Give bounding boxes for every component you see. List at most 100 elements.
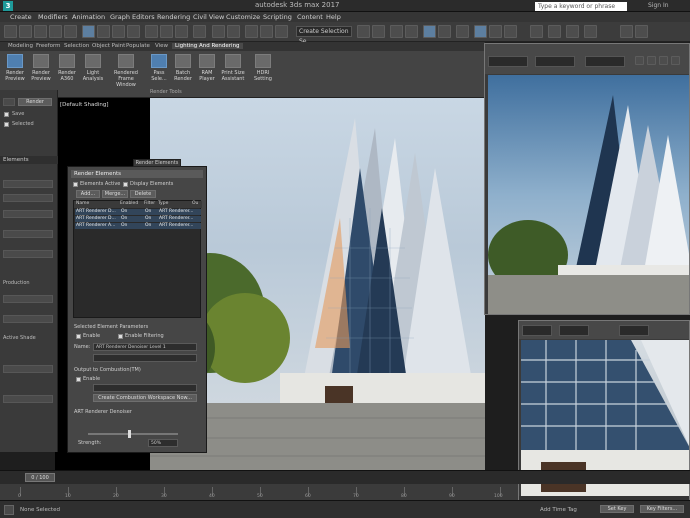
elements-header[interactable]: Elements: [0, 156, 58, 164]
render-activeshade-icon[interactable]: [548, 25, 561, 38]
pass-select-button[interactable]: Pass Sele...: [146, 54, 172, 82]
set-key-button[interactable]: Set Key: [600, 505, 634, 513]
scene-explorer-icon[interactable]: [390, 25, 403, 38]
col-enabled[interactable]: Enabled: [120, 201, 138, 206]
render-production-icon[interactable]: [504, 25, 517, 38]
render-iterative-icon[interactable]: [530, 25, 543, 38]
tab-lighting-and-rendering[interactable]: Lighting And Rendering: [172, 43, 243, 49]
render-in-cloud-icon[interactable]: [566, 25, 579, 38]
rendered-frame-window-button[interactable]: Rendered Frame Window: [108, 54, 144, 88]
panel-field-4[interactable]: [3, 230, 53, 238]
select-object-icon[interactable]: [82, 25, 95, 38]
named-selection-set-dropdown[interactable]: Create Selection Se: [296, 26, 352, 45]
menu-modifiers[interactable]: Modifiers: [38, 13, 68, 21]
frame-2-dropdown-1[interactable]: [522, 325, 552, 336]
search-input[interactable]: Type a keyword or phrase: [535, 2, 627, 11]
a360-gallery-icon[interactable]: [584, 25, 597, 38]
viewport-dropdown[interactable]: [535, 56, 575, 67]
print-size-assistant-button[interactable]: Print Size Assistant: [218, 54, 248, 82]
viewport-label[interactable]: [Default Shading]: [60, 102, 108, 108]
elements-active-checkbox[interactable]: [73, 182, 78, 187]
menu-scripting[interactable]: Scripting: [263, 13, 292, 21]
window-crossing-icon[interactable]: [127, 25, 140, 38]
print-image-icon[interactable]: [671, 56, 680, 65]
enable-checkbox[interactable]: [76, 334, 81, 339]
col-name[interactable]: Name: [76, 201, 89, 206]
element-name-field[interactable]: ART Renderer Denoiser Level 1: [93, 343, 197, 351]
display-elements-checkbox[interactable]: [123, 182, 128, 187]
tab-view[interactable]: View: [155, 43, 168, 49]
layer-explorer-icon[interactable]: [405, 25, 418, 38]
render-preset-dropdown[interactable]: [585, 56, 625, 67]
tab-selection[interactable]: Selection: [64, 43, 89, 49]
strength-field[interactable]: 50%: [148, 439, 178, 447]
menu-create[interactable]: Create: [10, 13, 32, 21]
light-analysis-button[interactable]: Light Analysis: [80, 54, 106, 82]
app-logo-icon[interactable]: 3: [3, 1, 13, 11]
tab-object-paint[interactable]: Object Paint: [92, 43, 125, 49]
create-combustion-button[interactable]: Create Combustion Workspace Now...: [93, 394, 197, 402]
list-item[interactable]: ART Renderer A... On On ART Renderer...: [75, 223, 201, 229]
tab-modeling[interactable]: Modeling: [8, 43, 33, 49]
setup-dropdown[interactable]: [3, 395, 53, 403]
menu-rendering[interactable]: Rendering: [157, 13, 190, 21]
save-image-icon[interactable]: [635, 56, 644, 65]
align-icon[interactable]: [372, 25, 385, 38]
ram-player-button[interactable]: RAM Player: [194, 54, 220, 82]
hdri-setting-button[interactable]: HDRI Setting: [250, 54, 276, 82]
delete-button[interactable]: Delete: [130, 190, 156, 198]
col-output[interactable]: Ou: [192, 201, 198, 206]
merge-button[interactable]: Merge...: [102, 190, 128, 198]
element-path-field[interactable]: [93, 354, 197, 362]
schematic-view-icon[interactable]: [438, 25, 451, 38]
area-to-render-dropdown[interactable]: [488, 56, 528, 67]
render-elements-header[interactable]: Render Elements: [71, 170, 203, 178]
render-a360-button[interactable]: Render A360: [54, 54, 80, 82]
maxscript-listener-icon[interactable]: [4, 505, 14, 515]
copy-image-icon[interactable]: [647, 56, 656, 65]
list-item[interactable]: ART Renderer D... On On ART Renderer...: [75, 209, 201, 215]
col-filter[interactable]: Filter: [144, 201, 155, 206]
rectangular-selection-icon[interactable]: [112, 25, 125, 38]
panel-field-1[interactable]: [3, 180, 53, 188]
enable-filtering-checkbox[interactable]: [118, 334, 123, 339]
batch-render-button[interactable]: Batch Render: [170, 54, 196, 82]
percent-snap-icon[interactable]: [275, 25, 288, 38]
frame-2-dropdown-2[interactable]: [559, 325, 589, 336]
select-manipulate-icon[interactable]: [227, 25, 240, 38]
menu-customize[interactable]: Customize: [226, 13, 260, 21]
add-time-tag-button[interactable]: Add Time Tag: [540, 507, 577, 513]
rotate-icon[interactable]: [160, 25, 173, 38]
menu-content[interactable]: Content: [297, 13, 323, 21]
menu-civil-view[interactable]: Civil View: [193, 13, 224, 21]
elements-list[interactable]: Name Enabled Filter Type Ou ART Renderer…: [73, 200, 202, 318]
time-slider-thumb[interactable]: 0 / 100: [25, 473, 55, 482]
output-enable-checkbox[interactable]: [76, 377, 81, 382]
panel-field-7[interactable]: [3, 315, 53, 323]
render-elements-tab[interactable]: Render Elements: [133, 159, 181, 167]
angle-snap-icon[interactable]: [260, 25, 273, 38]
material-editor-icon[interactable]: [456, 25, 469, 38]
render-preview-2-button[interactable]: Render Preview: [28, 54, 54, 82]
tab-populate[interactable]: Populate: [126, 43, 150, 49]
bind-space-warp-icon[interactable]: [64, 25, 77, 38]
signin-link[interactable]: Sign In: [648, 2, 669, 9]
render-preview-button[interactable]: Render Preview: [2, 54, 28, 82]
menu-graph-editors[interactable]: Graph Editors: [110, 13, 155, 21]
panel-field-3[interactable]: [3, 210, 53, 218]
scale-icon[interactable]: [175, 25, 188, 38]
save-checkbox[interactable]: [4, 112, 9, 117]
project-folder-icon[interactable]: [635, 25, 648, 38]
col-type[interactable]: Type: [158, 201, 168, 206]
copy-dropdown[interactable]: [3, 365, 53, 373]
link-icon[interactable]: [34, 25, 47, 38]
panel-field-2[interactable]: [3, 194, 53, 202]
key-filters-button[interactable]: Key Filters...: [640, 505, 684, 513]
strength-slider-handle[interactable]: [128, 430, 131, 438]
select-by-name-icon[interactable]: [97, 25, 110, 38]
combustion-path-field[interactable]: [93, 384, 197, 392]
frame-2-dropdown-3[interactable]: [619, 325, 649, 336]
undo-icon[interactable]: [4, 25, 17, 38]
list-item[interactable]: ART Renderer D... On On ART Renderer...: [75, 216, 201, 222]
mirror-icon[interactable]: [357, 25, 370, 38]
